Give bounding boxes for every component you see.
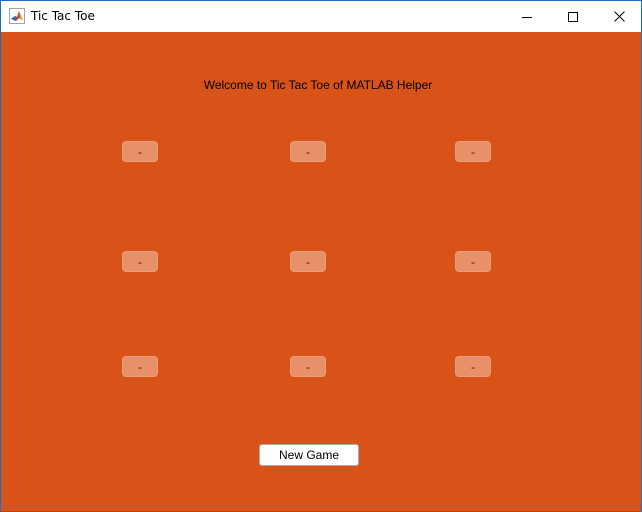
close-button[interactable] — [596, 1, 642, 32]
minimize-button[interactable] — [504, 1, 550, 32]
app-window: Tic Tac Toe Welcome to Tic Tac Toe of MA… — [0, 0, 642, 512]
board-cell-3-3[interactable]: - — [455, 356, 491, 377]
minimize-icon — [522, 16, 532, 18]
maximize-button[interactable] — [550, 1, 596, 32]
board-cell-3-2[interactable]: - — [290, 356, 326, 377]
board-cell-2-3[interactable]: - — [455, 251, 491, 272]
board-cell-1-3[interactable]: - — [455, 141, 491, 162]
board-cell-1-2[interactable]: - — [290, 141, 326, 162]
board-cell-3-1[interactable]: - — [122, 356, 158, 377]
board-cell-2-2[interactable]: - — [290, 251, 326, 272]
board-cell-2-1[interactable]: - — [122, 251, 158, 272]
matlab-logo-icon — [9, 8, 25, 24]
game-panel: Welcome to Tic Tac Toe of MATLAB Helper … — [1, 32, 641, 511]
new-game-button[interactable]: New Game — [259, 444, 359, 466]
maximize-icon — [568, 11, 578, 22]
welcome-label: Welcome to Tic Tac Toe of MATLAB Helper — [203, 78, 433, 92]
close-icon — [613, 11, 625, 22]
window-title: Tic Tac Toe — [31, 9, 95, 23]
board-cell-1-1[interactable]: - — [122, 141, 158, 162]
title-bar[interactable]: Tic Tac Toe — [1, 1, 641, 32]
